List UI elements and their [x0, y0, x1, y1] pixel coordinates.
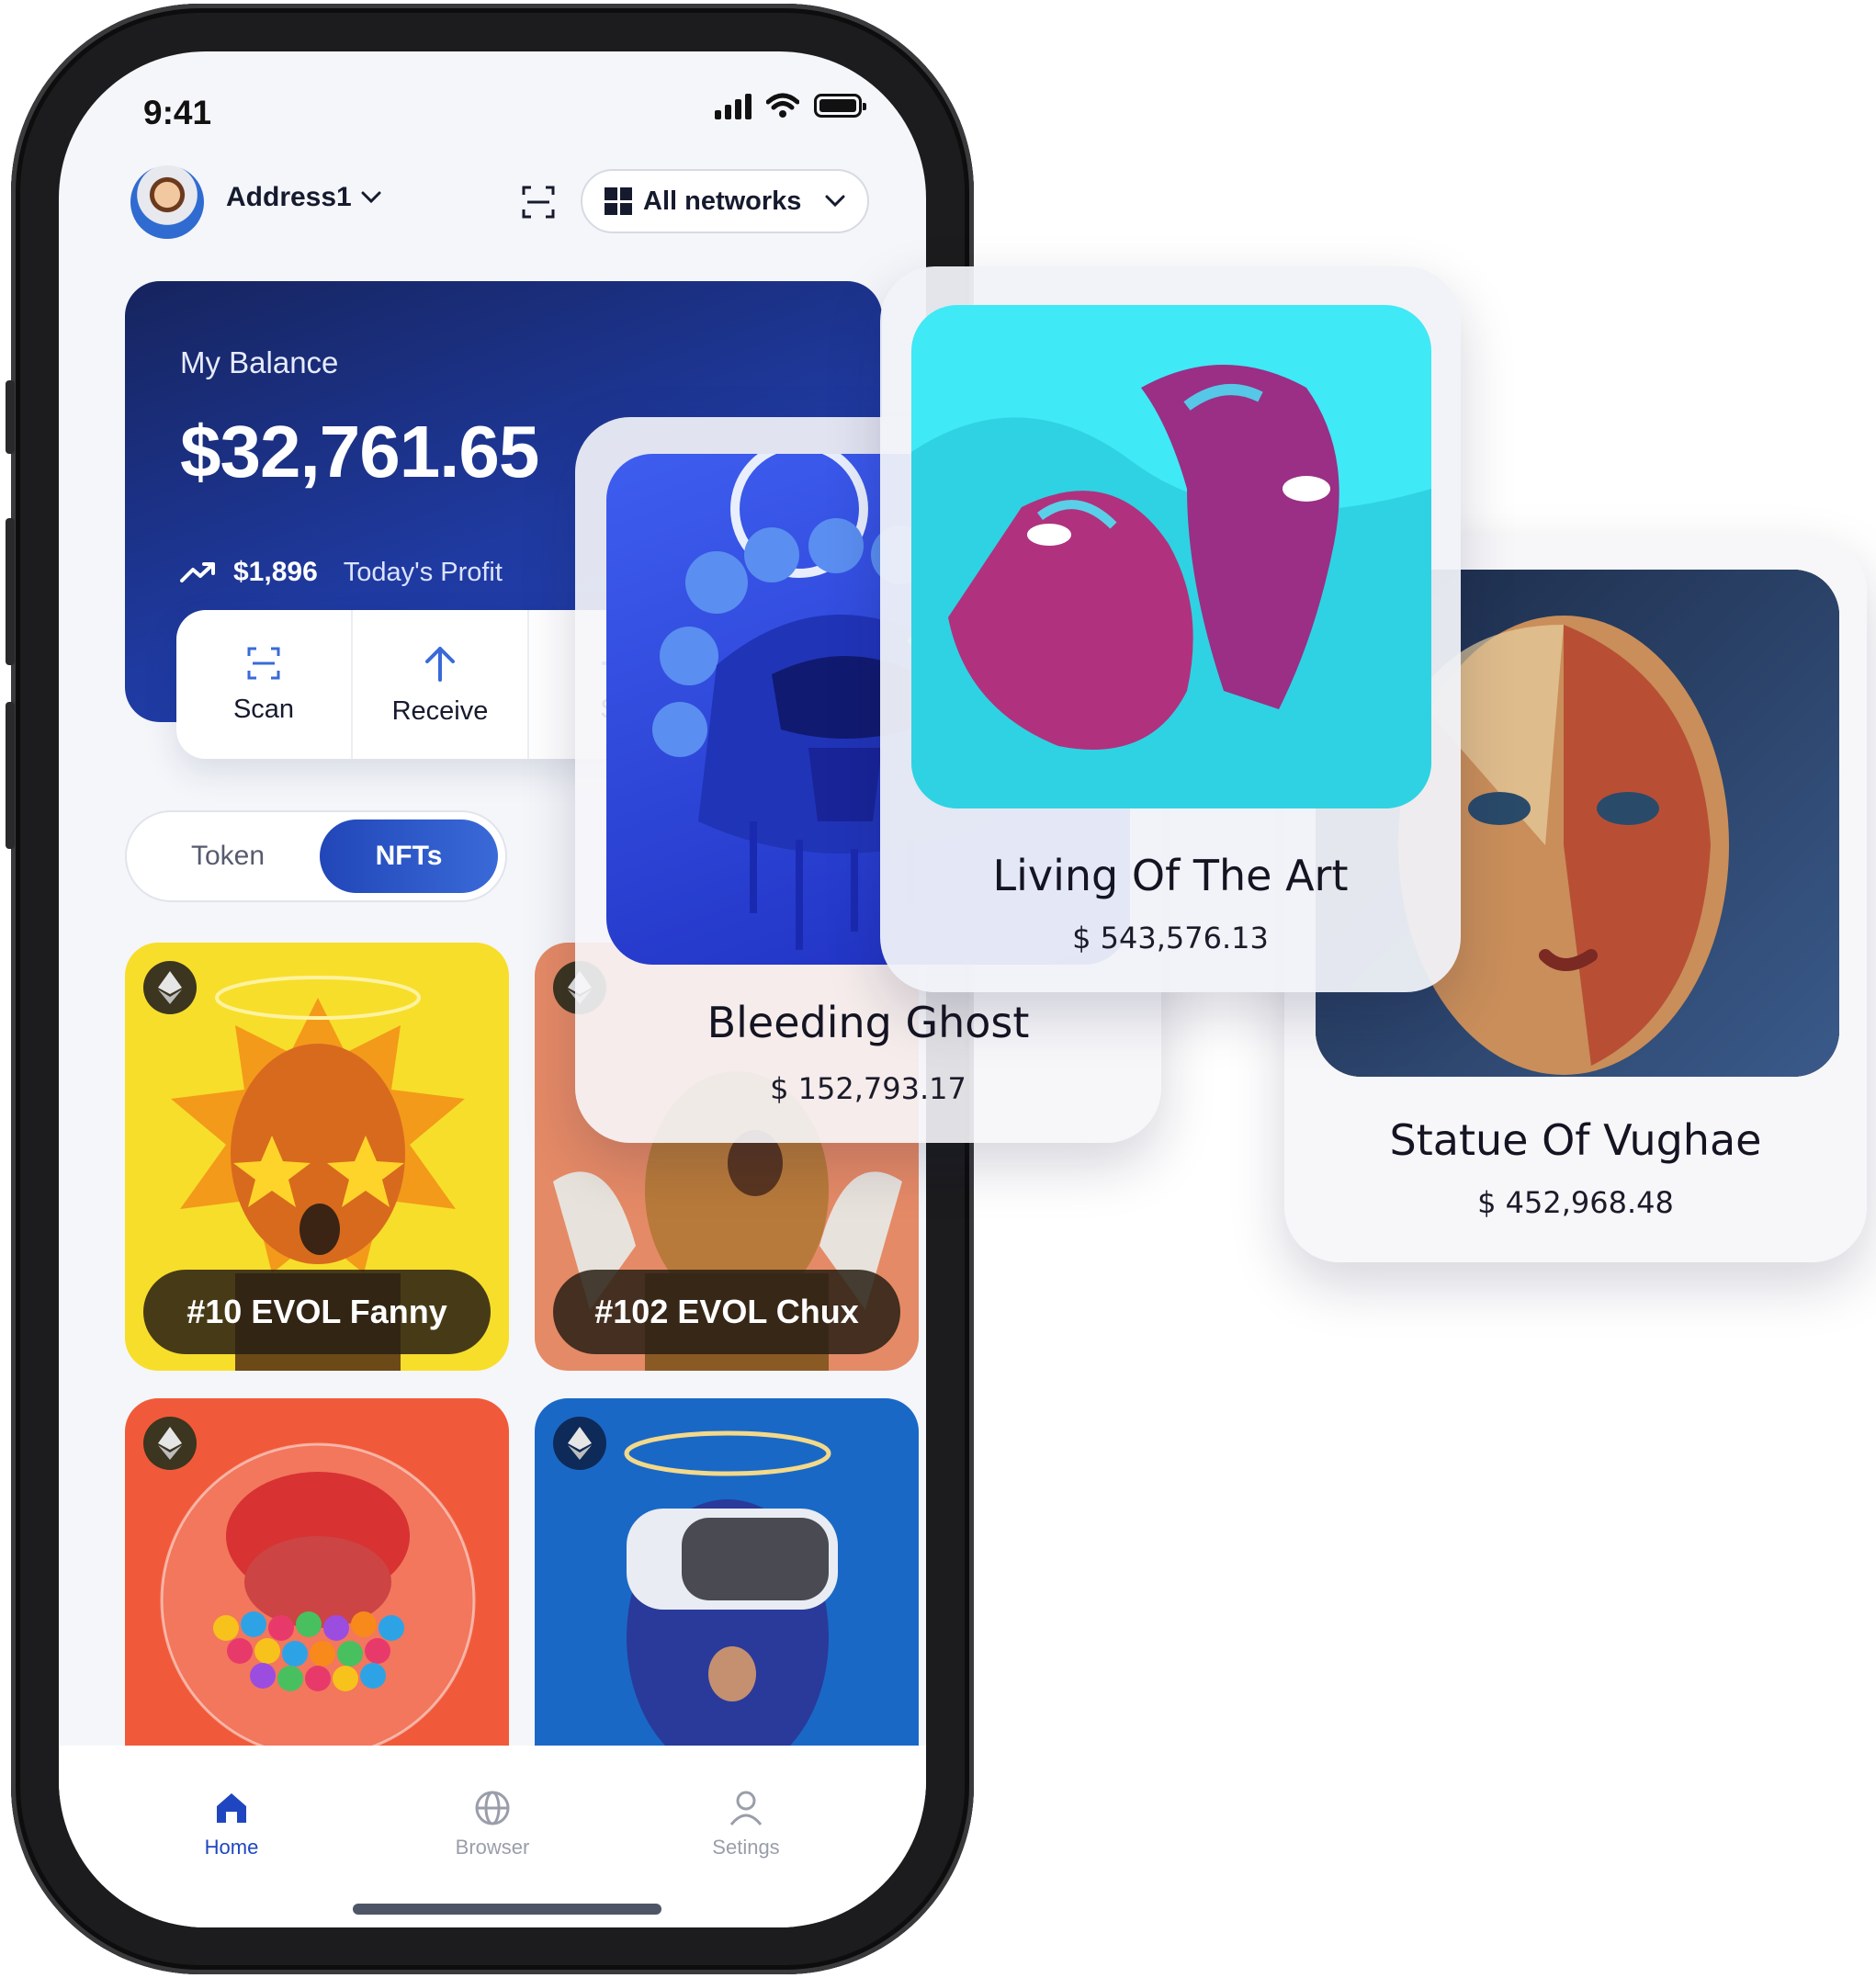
ethereum-icon [143, 961, 197, 1014]
profit-row: $1,896 Today's Profit [180, 557, 503, 588]
nft-title: Statue Of Vughae [1389, 1115, 1762, 1165]
chevron-down-icon [825, 195, 845, 208]
asset-tabs: Token NFTs [125, 810, 507, 902]
nft-price: $ 152,793.17 [770, 1071, 966, 1106]
status-icons [715, 92, 866, 119]
nft-name: #102 EVOL Chux [553, 1270, 900, 1354]
nav-browser-label: Browser [455, 1836, 530, 1859]
mute-switch [6, 380, 15, 454]
home-indicator [353, 1904, 661, 1915]
receive-label: Receive [391, 695, 489, 726]
battery-icon [814, 94, 866, 118]
scan-label: Scan [232, 694, 295, 724]
volume-down-button [6, 702, 15, 849]
nft-title: Bleeding Ghost [706, 998, 1030, 1047]
nft-card[interactable]: #10 EVOL Fanny [125, 943, 509, 1371]
wallet-header: Address1 All networks [130, 165, 884, 239]
volume-up-button [6, 518, 15, 665]
chevron-down-icon [361, 191, 381, 204]
nft-showcase-card[interactable]: Living Of The Art $ 543,576.13 [880, 266, 1461, 992]
nav-home-label: Home [204, 1836, 259, 1859]
nav-browser[interactable]: Browser [410, 1790, 575, 1859]
qr-scan-icon[interactable] [522, 186, 555, 219]
avatar[interactable] [130, 165, 204, 239]
network-label: All networks [643, 186, 802, 216]
wifi-icon [766, 93, 799, 118]
nft-artwork [911, 305, 1431, 808]
user-icon [729, 1791, 763, 1825]
ethereum-icon [143, 1417, 197, 1470]
nft-name: #10 EVOL Fanny [143, 1270, 491, 1354]
nav-home[interactable]: Home [149, 1790, 314, 1859]
tab-token[interactable]: Token [136, 819, 320, 893]
address-selector[interactable]: Address1 [226, 182, 381, 213]
scan-button[interactable]: Scan [176, 610, 353, 759]
profit-value: $1,896 [233, 557, 318, 587]
balance-amount: $32,761.65 [180, 411, 539, 492]
nft-title: Living Of The Art [992, 851, 1349, 900]
bottom-nav: Home Browser Setings [59, 1746, 926, 1927]
status-time: 9:41 [143, 94, 212, 131]
ethereum-icon [553, 1417, 606, 1470]
nft-price: $ 452,968.48 [1477, 1185, 1674, 1220]
grid-icon [605, 187, 632, 215]
home-icon [217, 1793, 246, 1823]
tab-nfts[interactable]: NFTs [320, 819, 498, 893]
profit-label: Today's Profit [343, 557, 503, 587]
address-label: Address1 [226, 182, 352, 212]
status-bar: 9:41 [59, 51, 926, 171]
arrow-up-icon [425, 646, 455, 682]
globe-icon [475, 1791, 510, 1825]
scan-icon [247, 647, 280, 679]
balance-label: My Balance [180, 345, 339, 379]
cellular-signal-icon [715, 92, 752, 119]
nav-settings-label: Setings [712, 1836, 780, 1859]
network-selector[interactable]: All networks [581, 169, 869, 233]
nft-price: $ 543,576.13 [1072, 921, 1269, 955]
trending-up-icon [180, 562, 215, 582]
nav-settings[interactable]: Setings [663, 1790, 829, 1859]
receive-button[interactable]: Receive [353, 610, 529, 759]
